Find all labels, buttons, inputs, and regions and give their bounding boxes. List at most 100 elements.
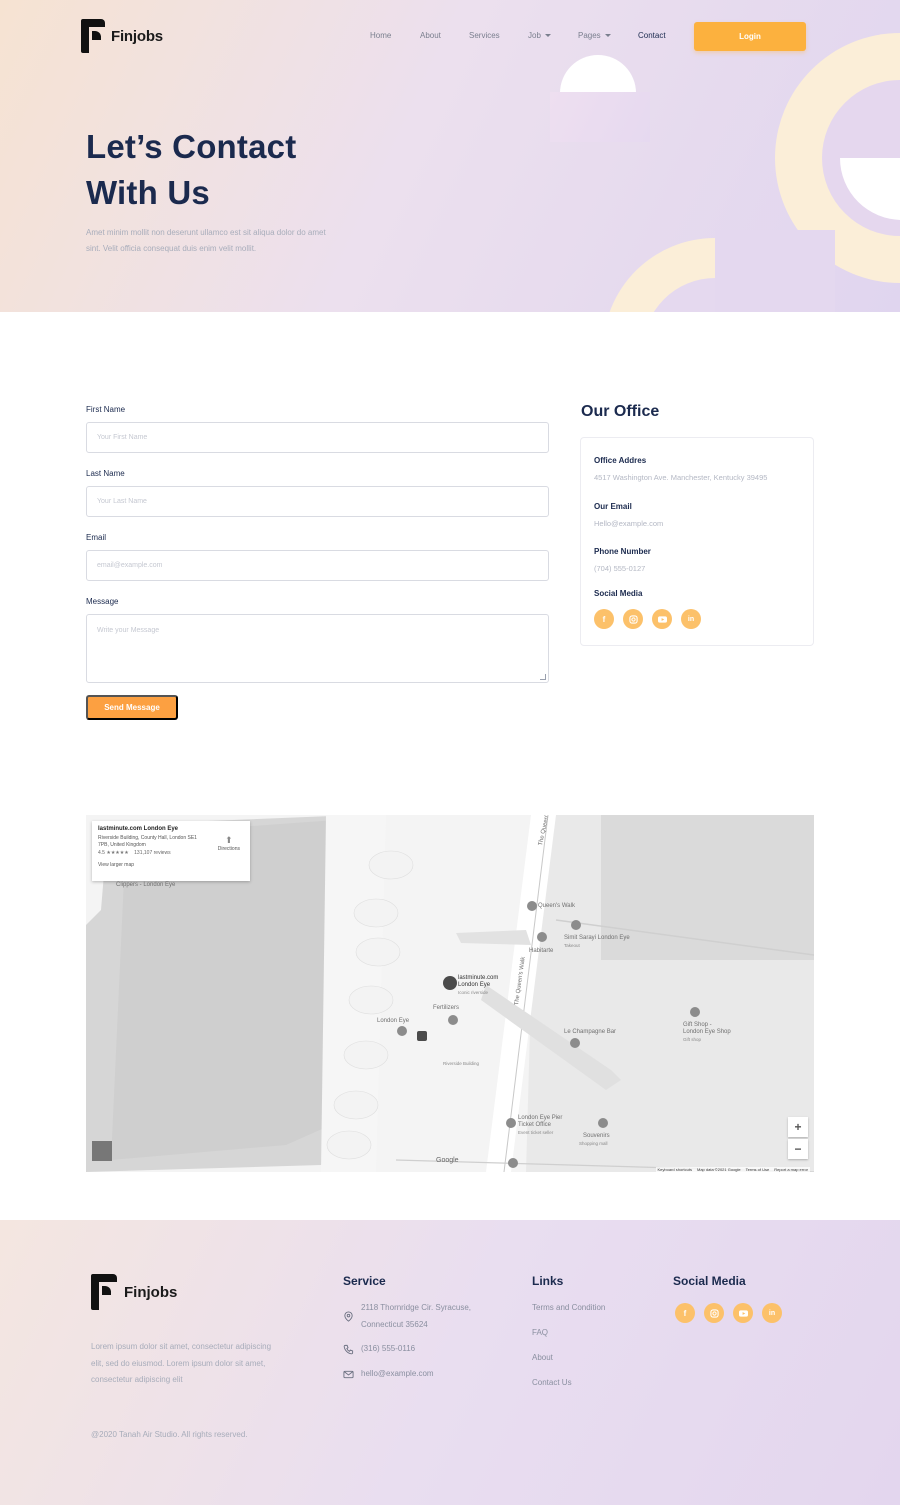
rating-value: 4.5: [98, 850, 105, 856]
email-label: Email: [86, 533, 107, 542]
terms-link[interactable]: Terms of Use: [746, 1167, 770, 1172]
map-sub-gift-shop: Gift shop: [683, 1037, 702, 1042]
decor-arc-mask: [715, 230, 835, 312]
zoom-in-button[interactable]: +: [788, 1117, 808, 1137]
nav-job-label: Job: [528, 31, 541, 40]
chevron-down-icon: [544, 34, 551, 37]
map-sub-pier: Event ticket seller: [518, 1130, 554, 1135]
zoom-out-button[interactable]: −: [788, 1139, 808, 1159]
map-label-lastminute[interactable]: lastminute.com: [458, 975, 498, 981]
nav-pages-label: Pages: [578, 31, 601, 40]
first-name-label: First Name: [86, 405, 126, 414]
report-error-link[interactable]: Report a map error: [774, 1167, 808, 1172]
map-label-pier[interactable]: London Eye Pier: [518, 1115, 562, 1121]
nav-job[interactable]: Job: [528, 31, 551, 40]
chevron-down-icon: [604, 34, 611, 37]
map-label-habitarte[interactable]: Habitarte: [529, 948, 553, 954]
footer-social-row: f in: [675, 1303, 782, 1323]
review-count[interactable]: 131,107 reviews: [134, 850, 170, 856]
youtube-icon[interactable]: [652, 609, 672, 629]
map-label-pier-2[interactable]: Ticket Office: [518, 1122, 551, 1128]
map-label-champagne[interactable]: Le Champagne Bar: [564, 1029, 616, 1035]
brand-name: Finjobs: [111, 27, 163, 45]
office-social-row: f in: [594, 609, 701, 629]
map-label-clippers[interactable]: Clippers - London Eye: [116, 882, 175, 888]
first-name-input[interactable]: Your First Name: [86, 422, 549, 453]
message-label: Message: [86, 597, 119, 606]
directions-icon: ⬆: [225, 835, 233, 845]
map-sub-lastminute: Iconic riverside: [458, 990, 489, 995]
resize-handle-icon[interactable]: [540, 674, 546, 680]
map-attribution: Keyboard shortcuts Map data ©2021 Google…: [655, 1167, 810, 1172]
links-heading: Links: [532, 1274, 564, 1288]
view-larger-map-link[interactable]: View larger map: [98, 862, 244, 868]
embedded-map[interactable]: lastminute.com London Eye Riverside Buil…: [86, 815, 814, 1172]
facebook-icon[interactable]: f: [675, 1303, 695, 1323]
map-label-fertilizers[interactable]: Fertilizers: [433, 1005, 459, 1011]
location-pin-icon: [344, 1311, 353, 1322]
phone-icon: [343, 1344, 354, 1355]
instagram-icon[interactable]: [704, 1303, 724, 1323]
rating-stars: ★★★★★: [106, 850, 129, 856]
directions-button[interactable]: ⬆ Directions: [218, 835, 240, 852]
phone-label: Phone Number: [594, 547, 651, 556]
nav-home[interactable]: Home: [370, 31, 391, 40]
map-label-riverside[interactable]: Riverside Building: [443, 1061, 479, 1066]
address-label: Office Addres: [594, 456, 647, 465]
nav-pages[interactable]: Pages: [578, 31, 611, 40]
footer-description: Lorem ipsum dolor sit amet, consectetur …: [91, 1342, 272, 1384]
office-card: Office Addres 4517 Washington Ave. Manch…: [580, 437, 814, 646]
hero-description: Amet minim mollit non deserunt ullamco e…: [86, 228, 326, 253]
keyboard-shortcuts-link[interactable]: Keyboard shortcuts: [658, 1167, 692, 1172]
service-phone[interactable]: (316) 555-0116: [361, 1341, 415, 1358]
directions-label: Directions: [217, 846, 240, 852]
last-name-input[interactable]: Your Last Name: [86, 486, 549, 517]
map-sub-souvenirs: Shopping mall: [579, 1141, 608, 1146]
first-name-placeholder: Your First Name: [97, 434, 148, 441]
map-label-gift-shop-2[interactable]: London Eye Shop: [683, 1029, 731, 1035]
map-label-queens-walk[interactable]: Queen's Walk: [538, 903, 575, 909]
map-sub-simit: Takeout: [564, 943, 580, 948]
nav-services[interactable]: Services: [469, 31, 500, 40]
logo-icon: [91, 1274, 117, 1310]
mail-icon: [343, 1370, 354, 1379]
map-label-gift-shop[interactable]: Gift Shop -: [683, 1022, 712, 1028]
message-textarea[interactable]: Write your Message: [86, 614, 549, 683]
last-name-label: Last Name: [86, 469, 125, 478]
last-name-placeholder: Your Last Name: [97, 498, 147, 505]
brand-logo[interactable]: Finjobs: [81, 19, 163, 53]
footer-logo[interactable]: Finjobs: [91, 1274, 177, 1310]
logo-icon: [81, 19, 105, 53]
instagram-icon[interactable]: [623, 609, 643, 629]
service-email[interactable]: hello@example.com: [361, 1366, 434, 1383]
place-address: Riverside Building, County Hall, London …: [98, 835, 197, 848]
nav-contact[interactable]: Contact: [638, 31, 666, 40]
send-message-button[interactable]: Send Message: [86, 695, 178, 720]
facebook-icon[interactable]: f: [594, 609, 614, 629]
email-label: Our Email: [594, 502, 632, 511]
map-label-simit[interactable]: Simit Sarayi London Eye: [564, 935, 630, 941]
decor-mask: [550, 92, 650, 142]
place-card: lastminute.com London Eye Riverside Buil…: [92, 821, 250, 881]
nav-about[interactable]: About: [420, 31, 441, 40]
title-line-1: Let’s Contact: [86, 128, 297, 165]
linkedin-icon[interactable]: in: [762, 1303, 782, 1323]
map-label-lastminute-2[interactable]: London Eye: [458, 982, 490, 988]
login-button[interactable]: Login: [694, 22, 806, 51]
google-logo: Google: [436, 1157, 459, 1164]
message-placeholder: Write your Message: [97, 627, 160, 634]
youtube-icon[interactable]: [733, 1303, 753, 1323]
linkedin-icon[interactable]: in: [681, 609, 701, 629]
copyright: @2020 Tanah Air Studio. All rights reser…: [91, 1430, 248, 1439]
link-terms[interactable]: Terms and Condition: [532, 1303, 605, 1312]
footer-brand-name: Finjobs: [124, 1283, 178, 1301]
address-value: 4517 Washington Ave. Manchester, Kentuck…: [594, 473, 768, 482]
map-label-souvenirs[interactable]: Souvenirs: [583, 1133, 610, 1139]
link-faq[interactable]: FAQ: [532, 1328, 548, 1337]
email-input[interactable]: email@example.com: [86, 550, 549, 581]
link-contact[interactable]: Contact Us: [532, 1378, 572, 1387]
email-value: Hello@example.com: [594, 519, 664, 528]
link-about[interactable]: About: [532, 1353, 553, 1362]
map-label-london-eye[interactable]: London Eye: [377, 1018, 409, 1024]
social-heading: Social Media: [673, 1274, 746, 1288]
